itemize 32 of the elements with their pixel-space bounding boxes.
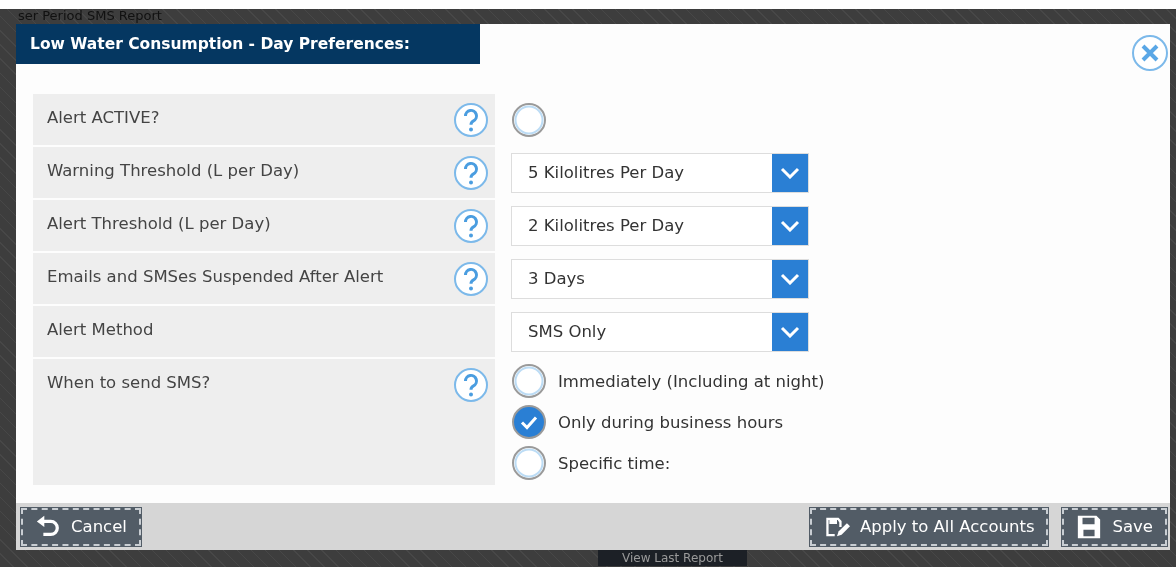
help-icon[interactable] xyxy=(453,261,489,297)
chevron-down-icon xyxy=(780,325,800,338)
radio-option-label[interactable]: Specific time: xyxy=(558,453,671,473)
field-label: Alert Threshold (L per Day) xyxy=(47,214,271,233)
help-icon[interactable] xyxy=(453,367,489,403)
field-label: Alert Method xyxy=(47,320,154,339)
field-label: Alert ACTIVE? xyxy=(47,108,160,127)
apply-button[interactable]: Apply to All Accounts xyxy=(809,507,1049,546)
dropdown-field[interactable]: 5 Kilolitres Per Day xyxy=(511,152,809,193)
chevron-down-icon xyxy=(780,272,800,285)
radio-option-label[interactable]: Immediately (Including at night) xyxy=(558,371,825,391)
dialog-title: Low Water Consumption - Day Preferences: xyxy=(16,24,480,64)
help-icon[interactable] xyxy=(453,208,489,244)
cancel-button[interactable]: Cancel xyxy=(21,507,141,546)
field-label: Warning Threshold (L per Day) xyxy=(47,161,300,180)
view-report-button[interactable]: View Last Report xyxy=(598,550,747,566)
radio-button[interactable] xyxy=(511,404,547,440)
radio-button[interactable] xyxy=(511,363,547,399)
help-icon[interactable] xyxy=(453,102,489,138)
dropdown-field[interactable]: SMS Only xyxy=(511,311,809,352)
field-label: Emails and SMSes Suspended After Alert xyxy=(47,267,384,286)
dropdown-field[interactable]: 3 Days xyxy=(511,258,809,299)
dropdown-field[interactable]: 2 Kilolitres Per Day xyxy=(511,205,809,246)
radio-button[interactable] xyxy=(511,101,547,138)
save-button[interactable]: Save xyxy=(1062,507,1167,546)
chevron-down-icon xyxy=(780,166,800,179)
field-label: When to send SMS? xyxy=(47,373,211,392)
radio-option-label[interactable]: Only during business hours xyxy=(558,412,784,432)
radio-button[interactable] xyxy=(511,445,547,481)
chevron-down-icon xyxy=(780,219,800,232)
close-icon[interactable] xyxy=(1131,34,1169,72)
help-icon[interactable] xyxy=(453,155,489,191)
